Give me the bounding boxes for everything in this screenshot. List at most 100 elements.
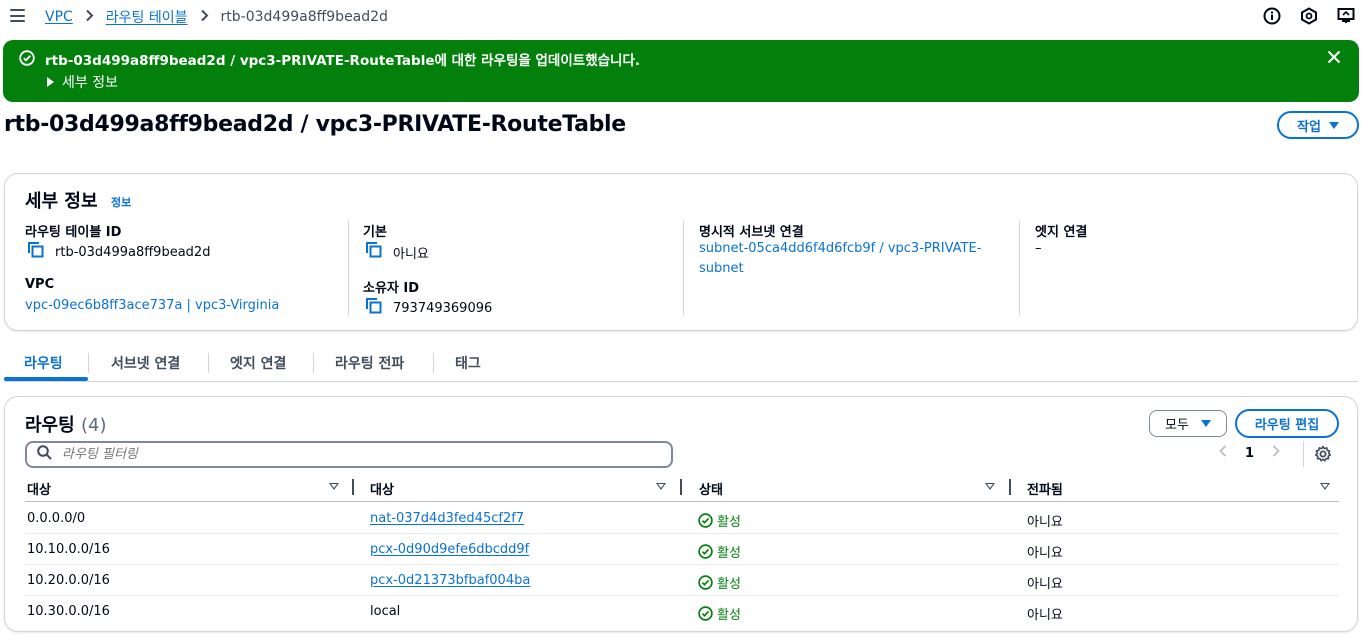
copy-icon[interactable] xyxy=(27,241,45,263)
column-propagated[interactable]: 전파됨 xyxy=(1027,479,1063,498)
route-table-id-label: 라우팅 테이블 ID xyxy=(25,225,122,240)
search-icon xyxy=(37,445,52,464)
vpc-label: VPC xyxy=(25,277,55,292)
table-row: 0.0.0.0/0 nat-037d4d3fed45cf2f7 활성 아니요 xyxy=(25,503,1339,534)
close-icon[interactable] xyxy=(1327,50,1341,68)
route-target: local xyxy=(370,604,401,619)
menu-icon[interactable] xyxy=(10,9,25,22)
column-resizer[interactable] xyxy=(352,479,354,495)
sort-icon[interactable] xyxy=(329,483,339,490)
route-status: 활성 xyxy=(698,604,741,623)
explicit-subnet-link-cont[interactable]: subnet xyxy=(699,261,744,276)
chevron-right-icon[interactable] xyxy=(1272,445,1280,461)
column-resizer[interactable] xyxy=(1009,479,1011,495)
main-label: 기본 xyxy=(363,225,387,240)
edit-routes-button[interactable]: 라우팅 편집 xyxy=(1235,409,1339,438)
success-icon xyxy=(698,606,713,621)
tab-routes[interactable]: 라우팅 xyxy=(24,353,63,373)
vpc-link[interactable]: vpc-09ec6b8ff3ace737a | vpc3-Virginia xyxy=(25,298,279,313)
table-row: 10.20.0.0/16 pcx-0d21373bfbaf004ba 활성 아니… xyxy=(25,565,1339,596)
filter-input[interactable] xyxy=(62,447,642,462)
copy-icon[interactable] xyxy=(365,297,383,319)
route-status-text: 활성 xyxy=(717,608,741,623)
main-value: 아니요 xyxy=(365,241,429,263)
chevron-right-icon xyxy=(200,9,209,26)
actions-button[interactable]: 작업 xyxy=(1277,111,1359,139)
gear-icon[interactable] xyxy=(1314,445,1332,467)
edge-association-value: – xyxy=(1035,241,1042,256)
pagination-divider xyxy=(1303,441,1304,467)
column-divider xyxy=(683,220,684,316)
route-status-text: 활성 xyxy=(717,546,741,561)
column-destination[interactable]: 대상 xyxy=(27,479,51,498)
breadcrumb: VPC 라우팅 테이블 rtb-03d499a8ff9bead2d xyxy=(45,7,388,27)
column-divider xyxy=(1019,220,1020,316)
security-icon[interactable] xyxy=(1299,6,1319,26)
success-flash: rtb-03d499a8ff9bead2d / vpc3-PRIVATE-Rou… xyxy=(3,40,1359,102)
actions-button-label: 작업 xyxy=(1297,119,1321,135)
breadcrumb-vpc[interactable]: VPC xyxy=(45,9,73,25)
flash-details-toggle[interactable]: 세부 정보 xyxy=(47,72,118,92)
main-value-text: 아니요 xyxy=(393,246,429,262)
routes-heading-text: 라우팅 xyxy=(25,415,75,436)
page-number[interactable]: 1 xyxy=(1245,446,1254,461)
caret-down-icon xyxy=(1200,420,1211,427)
success-icon xyxy=(698,575,713,590)
ip-version-select[interactable]: 모두 xyxy=(1149,410,1227,437)
column-resizer[interactable] xyxy=(680,479,682,495)
table-header: 대상 대상 상태 전파됨 xyxy=(25,475,1339,502)
route-destination: 10.10.0.0/16 xyxy=(27,542,110,557)
route-table-id-text: rtb-03d499a8ff9bead2d xyxy=(55,244,211,260)
copy-icon[interactable] xyxy=(365,241,383,263)
sort-icon[interactable] xyxy=(656,483,666,490)
breadcrumb-current: rtb-03d499a8ff9bead2d xyxy=(220,9,388,25)
route-destination: 10.20.0.0/16 xyxy=(27,573,110,588)
route-target-link[interactable]: nat-037d4d3fed45cf2f7 xyxy=(370,511,524,526)
feedback-icon[interactable] xyxy=(1336,6,1356,26)
sort-icon[interactable] xyxy=(985,483,995,490)
route-table-id-value: rtb-03d499a8ff9bead2d xyxy=(27,241,210,263)
tab-baseline xyxy=(4,381,1358,382)
route-destination: 10.30.0.0/16 xyxy=(27,604,110,619)
route-status-text: 활성 xyxy=(717,515,741,530)
info-icon[interactable] xyxy=(1262,6,1282,26)
tab-subnet-associations[interactable]: 서브넷 연결 xyxy=(111,353,180,373)
page-title: rtb-03d499a8ff9bead2d / vpc3-PRIVATE-Rou… xyxy=(4,112,626,137)
sort-icon[interactable] xyxy=(1320,483,1330,490)
routes-heading: 라우팅 (4) xyxy=(25,411,106,437)
caret-down-icon xyxy=(1328,121,1339,129)
flash-details-label: 세부 정보 xyxy=(62,75,118,91)
column-target[interactable]: 대상 xyxy=(370,479,394,498)
chevron-left-icon[interactable] xyxy=(1219,445,1227,461)
tab-bar: 라우팅 서브넷 연결 엣지 연결 라우팅 전파 태그 xyxy=(4,345,1358,382)
top-navigation: VPC 라우팅 테이블 rtb-03d499a8ff9bead2d xyxy=(0,0,1366,32)
route-status: 활성 xyxy=(698,542,741,561)
tab-route-propagation[interactable]: 라우팅 전파 xyxy=(335,353,404,373)
tab-divider xyxy=(313,353,314,373)
breadcrumb-route-tables[interactable]: 라우팅 테이블 xyxy=(106,7,188,27)
tab-edge-associations[interactable]: 엣지 연결 xyxy=(230,353,286,373)
route-destination: 0.0.0.0/0 xyxy=(27,511,86,526)
success-icon xyxy=(698,544,713,559)
route-target-link[interactable]: pcx-0d90d9efe6dbcdd9f xyxy=(370,542,529,557)
table-row: 10.10.0.0/16 pcx-0d90d9efe6dbcdd9f 활성 아니… xyxy=(25,534,1339,565)
route-propagated: 아니요 xyxy=(1027,546,1063,561)
owner-id-label: 소유자 ID xyxy=(363,281,420,296)
info-link[interactable]: 정보 xyxy=(111,194,131,210)
explicit-subnet-link[interactable]: subnet-05ca4dd6f4d6fcb9f / vpc3-PRIVATE- xyxy=(699,241,981,256)
pagination: 1 xyxy=(1219,445,1280,461)
ip-version-select-label: 모두 xyxy=(1165,418,1189,433)
explicit-subnet-label: 명시적 서브넷 연결 xyxy=(699,225,804,240)
utility-icons xyxy=(1262,6,1356,26)
chevron-right-icon xyxy=(85,9,94,26)
tab-divider xyxy=(208,353,209,373)
success-icon xyxy=(19,50,35,70)
route-target-link[interactable]: pcx-0d21373bfbaf004ba xyxy=(370,573,530,588)
table-row: 10.30.0.0/16 local 활성 아니요 xyxy=(25,596,1339,627)
column-status[interactable]: 상태 xyxy=(699,479,723,498)
edge-association-label: 엣지 연결 xyxy=(1035,225,1088,240)
tab-tags[interactable]: 태그 xyxy=(455,353,481,373)
route-status: 활성 xyxy=(698,573,741,592)
tab-divider xyxy=(88,353,89,373)
owner-id-text: 793749369096 xyxy=(393,300,493,316)
